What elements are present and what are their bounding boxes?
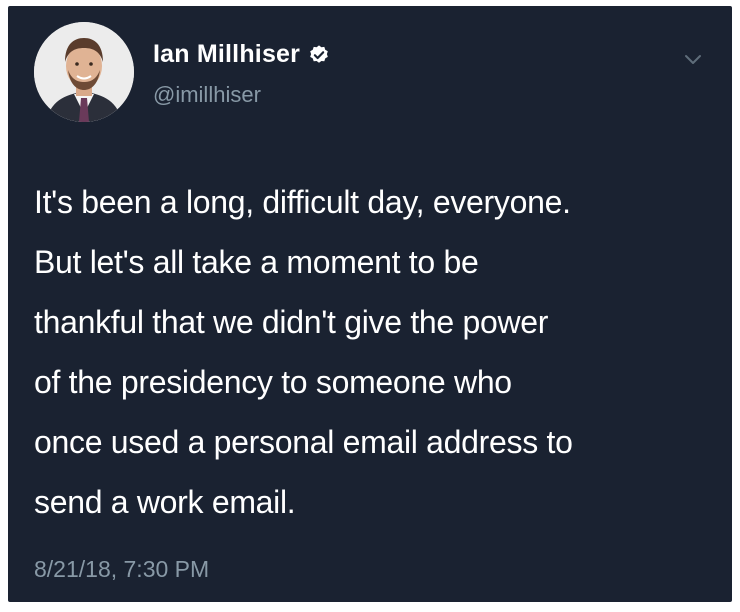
tweet-timestamp[interactable]: 8/21/18, 7:30 PM [34,556,209,583]
tweet-text-line: send a work email. [34,484,296,520]
tweet-text-line: once used a personal email address to [34,424,573,460]
tweet-card: Ian Millhiser @imillhiser It's been a lo… [8,6,732,602]
profile-photo-icon [34,22,134,122]
chevron-down-icon[interactable] [682,48,704,70]
tweet-text-line: of the presidency to someone who [34,364,512,400]
avatar[interactable] [34,22,134,122]
author-name-row: Ian Millhiser [153,40,330,69]
tweet-text-line: It's been a long, difficult day, everyon… [34,184,571,220]
tweet-text-line: But let's all take a moment to be [34,244,479,280]
tweet-text-line: thankful that we didn't give the power [34,304,549,340]
author-handle[interactable]: @imillhiser [153,82,261,108]
author-name[interactable]: Ian Millhiser [153,40,300,69]
tweet-text: It's been a long, difficult day, everyon… [34,172,724,532]
verified-badge-icon [308,44,330,66]
